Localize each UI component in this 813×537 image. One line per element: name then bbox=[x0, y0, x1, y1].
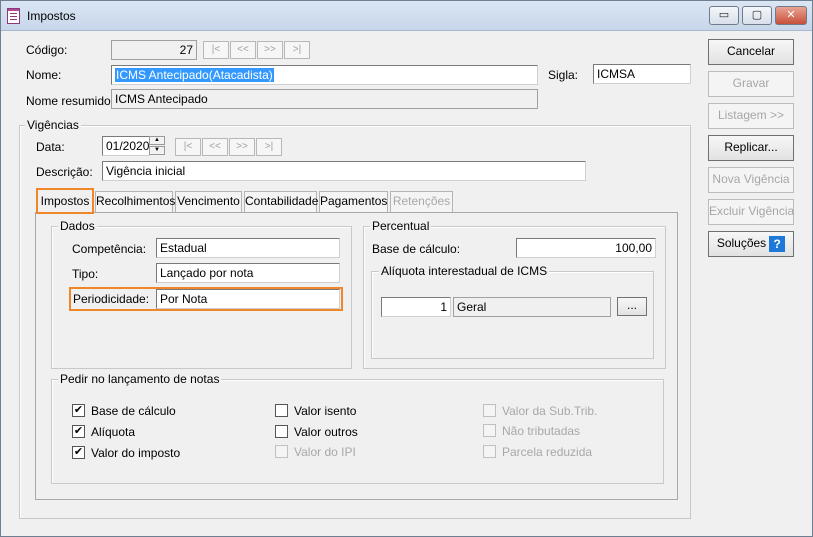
vig-next-button[interactable]: >> bbox=[229, 138, 255, 156]
aliquota-checkbox[interactable]: ✔ bbox=[72, 425, 85, 438]
periodicidade-field[interactable]: Por Nota bbox=[156, 289, 340, 309]
solucoes-button[interactable]: Soluções? bbox=[708, 231, 794, 257]
first-record-button[interactable]: |< bbox=[203, 41, 229, 59]
valor-ipi-checkbox[interactable] bbox=[275, 445, 288, 458]
valor-ipi-check-label: Valor do IPI bbox=[294, 445, 356, 459]
parcela-reduzida-check-label: Parcela reduzida bbox=[502, 445, 593, 459]
valor-isento-checkbox[interactable] bbox=[275, 404, 288, 417]
data-field[interactable]: 01/2020 bbox=[102, 136, 150, 156]
window-title: Impostos bbox=[27, 9, 76, 23]
descricao-field[interactable]: Vigência inicial bbox=[102, 161, 586, 181]
replicar-button[interactable]: Replicar... bbox=[708, 135, 794, 161]
codigo-label: Código: bbox=[26, 43, 68, 57]
vig-first-button[interactable]: |< bbox=[175, 138, 201, 156]
aliquota-check-label: Alíquota bbox=[91, 425, 136, 439]
nome-resumido-field[interactable]: ICMS Antecipado bbox=[111, 89, 538, 109]
periodicidade-label: Periodicidade: bbox=[73, 292, 150, 306]
tab-vencimento[interactable]: Vencimento bbox=[175, 191, 242, 212]
help-icon: ? bbox=[769, 235, 786, 252]
base-calculo-label: Base de cálculo: bbox=[372, 242, 461, 256]
valor-sub-trib-checkbox[interactable] bbox=[483, 404, 496, 417]
base-calculo-check-label: Base de cálculo bbox=[91, 404, 176, 418]
close-button[interactable]: ✕ bbox=[775, 6, 807, 25]
maximize-button[interactable]: ▢ bbox=[742, 6, 772, 25]
aliquota-code-field[interactable]: 1 bbox=[381, 297, 451, 317]
gravar-button[interactable]: Gravar bbox=[708, 71, 794, 97]
data-label: Data: bbox=[36, 140, 65, 154]
document-icon bbox=[7, 8, 20, 24]
spin-up-button[interactable]: ▲ bbox=[149, 136, 165, 145]
valor-imposto-checkbox[interactable]: ✔ bbox=[72, 446, 85, 459]
codigo-field[interactable]: 27 bbox=[111, 40, 197, 60]
tipo-label: Tipo: bbox=[72, 267, 99, 281]
valor-imposto-check-label: Valor do imposto bbox=[91, 446, 181, 460]
valor-outros-checkbox[interactable] bbox=[275, 425, 288, 438]
nova-vigencia-button[interactable]: Nova Vigência bbox=[708, 167, 794, 193]
excluir-vigencia-button[interactable]: Excluir Vigência bbox=[708, 199, 794, 225]
percentual-title: Percentual bbox=[370, 219, 432, 233]
solucoes-label: Soluções bbox=[716, 236, 767, 250]
nome-value: ICMS Antecipado(Atacadista) bbox=[115, 68, 274, 82]
minimize-button[interactable]: ▭ bbox=[709, 6, 739, 25]
aliquota-title: Alíquota interestadual de ICMS bbox=[379, 264, 550, 278]
last-record-button[interactable]: >| bbox=[284, 41, 310, 59]
tab-contabilidade[interactable]: Contabilidade bbox=[244, 191, 318, 212]
pedir-title: Pedir no lançamento de notas bbox=[58, 372, 222, 386]
dados-title: Dados bbox=[58, 219, 97, 233]
listagem-button[interactable]: Listagem >> bbox=[708, 103, 794, 129]
tab-retencoes[interactable]: Retenções bbox=[390, 191, 453, 212]
sigla-label: Sigla: bbox=[548, 68, 579, 82]
vigencias-title: Vigências bbox=[25, 118, 81, 132]
valor-outros-check-label: Valor outros bbox=[294, 425, 358, 439]
spin-down-button[interactable]: ▼ bbox=[149, 146, 165, 155]
tab-impostos[interactable]: Impostos bbox=[36, 188, 94, 214]
vig-last-button[interactable]: >| bbox=[256, 138, 282, 156]
next-record-button[interactable]: >> bbox=[257, 41, 283, 59]
nao-tributadas-checkbox[interactable] bbox=[483, 424, 496, 437]
nome-resumido-label: Nome resumido: bbox=[26, 94, 115, 108]
impostos-window: Impostos ▭ ▢ ✕ Código: 27 |< << >> >| No… bbox=[0, 0, 813, 537]
competencia-label: Competência: bbox=[72, 242, 147, 256]
nao-tributadas-check-label: Não tributadas bbox=[502, 424, 581, 438]
sigla-field[interactable]: ICMSA bbox=[593, 64, 691, 84]
aliquota-lookup-button[interactable]: ... bbox=[617, 297, 647, 316]
descricao-label: Descrição: bbox=[36, 165, 93, 179]
competencia-field[interactable]: Estadual bbox=[156, 238, 340, 258]
nome-field[interactable]: ICMS Antecipado(Atacadista) bbox=[111, 65, 538, 85]
valor-isento-check-label: Valor isento bbox=[294, 404, 357, 418]
title-bar: Impostos ▭ ▢ ✕ bbox=[1, 1, 812, 31]
tab-recolhimentos[interactable]: Recolhimentos bbox=[95, 191, 175, 212]
tipo-field[interactable]: Lançado por nota bbox=[156, 263, 340, 283]
nome-label: Nome: bbox=[26, 68, 62, 82]
prev-record-button[interactable]: << bbox=[230, 41, 256, 59]
cancelar-button[interactable]: Cancelar bbox=[708, 39, 794, 65]
base-calculo-field[interactable]: 100,00 bbox=[516, 238, 656, 258]
base-calculo-checkbox[interactable]: ✔ bbox=[72, 404, 85, 417]
aliquota-name-field[interactable]: Geral bbox=[453, 297, 611, 317]
parcela-reduzida-checkbox[interactable] bbox=[483, 445, 496, 458]
valor-sub-trib-check-label: Valor da Sub.Trib. bbox=[502, 404, 598, 418]
tab-pagamentos[interactable]: Pagamentos bbox=[319, 191, 388, 212]
vig-prev-button[interactable]: << bbox=[202, 138, 228, 156]
